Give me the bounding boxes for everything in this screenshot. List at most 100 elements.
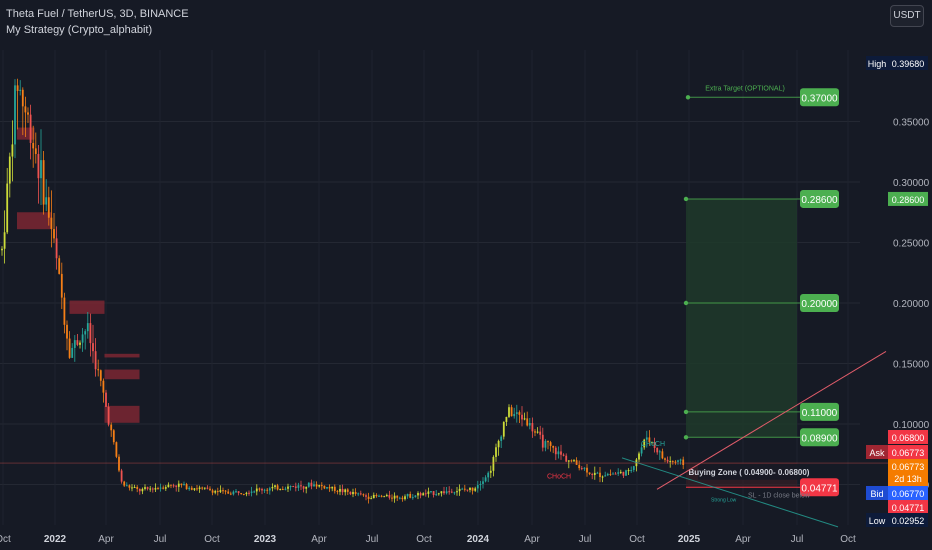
- profit-area: [686, 198, 797, 438]
- candle-body: [125, 485, 128, 487]
- candle-body: [583, 467, 586, 469]
- currency-button[interactable]: USDT: [890, 5, 924, 27]
- supply-zone: [69, 300, 105, 314]
- candle-body: [383, 496, 386, 498]
- candle-body: [609, 473, 612, 475]
- candle-body: [357, 493, 360, 495]
- candle-body: [656, 447, 659, 453]
- candle-body: [362, 494, 365, 496]
- candle-body: [29, 114, 32, 143]
- candle-body: [162, 487, 165, 489]
- candle-body: [37, 153, 40, 179]
- candle-body: [419, 493, 422, 496]
- candle-body: [573, 460, 575, 462]
- candle-body: [261, 488, 263, 491]
- candle-body: [393, 495, 396, 499]
- candle-body: [107, 406, 110, 425]
- candle-body: [170, 484, 172, 486]
- target-dot: [683, 409, 689, 415]
- candle-body: [586, 467, 588, 473]
- x-tick-label: 2023: [254, 534, 277, 545]
- candle-body: [86, 323, 89, 332]
- price-axis: 0.35000 0.30000 0.25000 0.20000 0.15000 0.100…: [866, 56, 930, 527]
- candle-body: [372, 494, 375, 499]
- candle-body: [131, 487, 133, 489]
- candle-body: [250, 491, 253, 493]
- candle-body: [487, 472, 490, 478]
- target-label: 0.08900: [801, 433, 838, 444]
- candle-body: [112, 430, 115, 443]
- candle-body: [92, 343, 94, 352]
- candle-body: [79, 342, 81, 345]
- candle-body: [279, 489, 282, 491]
- candle-body: [276, 485, 279, 490]
- candle-body: [552, 445, 555, 448]
- supply-zone: [104, 369, 140, 380]
- candle-body: [510, 407, 513, 417]
- candle-body: [479, 483, 482, 486]
- candle-body: [89, 323, 92, 344]
- candle-body: [484, 477, 487, 482]
- candle-body: [227, 491, 230, 494]
- candle-body: [242, 493, 245, 495]
- candle-body: [245, 492, 248, 495]
- candle-body: [560, 451, 562, 455]
- x-tick-label: Oct: [840, 534, 856, 545]
- candle-body: [557, 451, 560, 455]
- candle-body: [320, 485, 323, 487]
- candle-body: [268, 488, 271, 491]
- candle-body: [370, 498, 373, 500]
- candle-body: [461, 488, 464, 490]
- time-axis: Oct 2022 Apr Jul Oct 2023 Apr Jul Oct 2024 Apr Jul O…: [0, 534, 856, 545]
- candle-body: [16, 85, 19, 91]
- candle-body: [536, 431, 539, 433]
- candle-body: [203, 487, 206, 489]
- candle-body: [604, 475, 607, 477]
- candle-body: [349, 491, 352, 495]
- candle-body: [614, 473, 617, 475]
- candle-body: [315, 484, 318, 487]
- candle-body: [63, 297, 66, 325]
- candle-body: [172, 485, 175, 487]
- candle-body: [458, 488, 461, 492]
- x-tick-label: 2025: [678, 534, 701, 545]
- stop-annotation: SL - 1D close below: [748, 492, 811, 499]
- candle-body: [430, 491, 432, 493]
- candle-body: [388, 494, 391, 498]
- candle-body: [297, 485, 300, 488]
- candle-body: [596, 472, 599, 474]
- candle-body: [307, 482, 310, 487]
- candle-body: [679, 459, 682, 461]
- candle-body: [339, 488, 341, 492]
- candle-body: [435, 494, 438, 496]
- candle-body: [19, 89, 22, 91]
- candle-body: [157, 488, 159, 490]
- candle-body: [323, 485, 326, 489]
- supply-zone: [104, 405, 140, 423]
- candle-body: [255, 488, 258, 492]
- candle-body: [612, 473, 614, 475]
- candle-body: [141, 488, 144, 492]
- candle-body: [76, 340, 79, 345]
- candle-body: [196, 488, 198, 490]
- price-chart[interactable]: 0.37000 Extra Target (OPTIONAL) 0.28600 0.2…: [0, 0, 932, 550]
- candle-body: [21, 89, 24, 107]
- candle-body: [619, 471, 622, 473]
- candle-body: [336, 490, 339, 492]
- candle-body: [73, 340, 76, 348]
- candle-body: [625, 470, 627, 476]
- candle-body: [414, 495, 417, 498]
- candle-body: [84, 331, 87, 335]
- candle-body: [617, 472, 620, 474]
- candle-body: [440, 491, 443, 494]
- candle-body: [593, 472, 596, 475]
- x-tick-label: Apr: [311, 534, 327, 545]
- candle-body: [258, 488, 261, 490]
- candle-body: [391, 497, 393, 499]
- target-dot: [683, 196, 689, 202]
- y-tick-label: 0.10000: [893, 420, 930, 431]
- candle-body: [105, 392, 107, 407]
- candle-body: [515, 412, 518, 415]
- candle-body: [591, 473, 594, 475]
- x-tick-label: Jul: [154, 534, 167, 545]
